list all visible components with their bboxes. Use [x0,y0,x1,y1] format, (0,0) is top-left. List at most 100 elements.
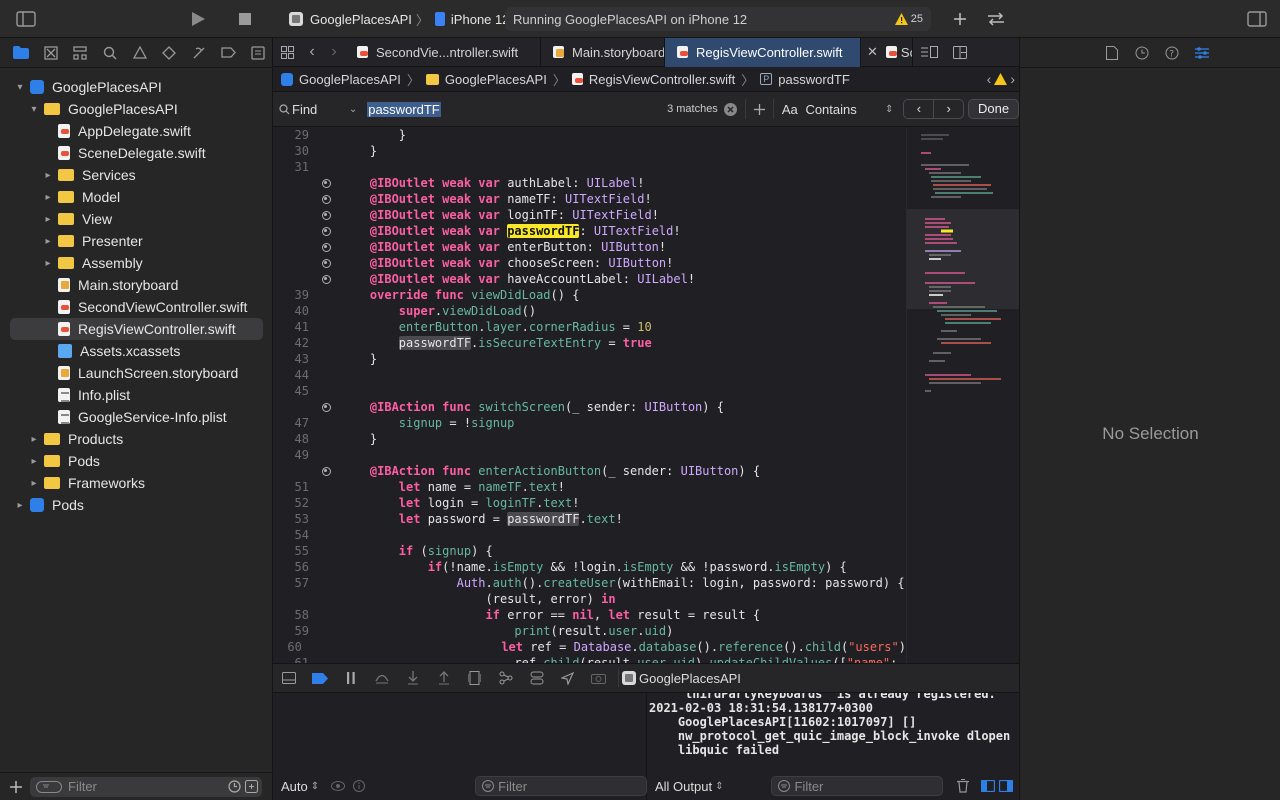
jump-bar-symbol[interactable]: passwordTF [778,72,850,87]
minimap[interactable] [906,127,1020,663]
line-number[interactable] [273,207,311,223]
environment-overrides-icon[interactable] [521,663,552,693]
jump-bar-project[interactable]: GooglePlacesAPI [299,72,401,87]
next-match-icon[interactable]: › [934,100,963,118]
add-file-icon[interactable] [10,780,22,793]
sidebar-toggle-icon[interactable] [16,11,36,27]
line-number[interactable]: 31 [273,159,311,175]
issue-navigator-icon[interactable] [125,38,155,68]
search-icon[interactable] [95,38,125,68]
line-number[interactable]: 39 [273,287,311,303]
split-editor-icon[interactable] [945,38,975,67]
find-mode-selector[interactable]: Find ⌄ [279,99,357,119]
line-number[interactable]: 40 [273,303,311,319]
line-number[interactable]: 41 [273,319,311,335]
console-output[interactable]: 'thirdPartyKeyboards' is already registe… [647,693,1019,800]
variables-scope-selector[interactable]: Auto [281,779,308,794]
outlet-connection-icon[interactable] [321,274,331,284]
line-number[interactable]: 48 [273,431,311,447]
navigator-item[interactable]: SceneDelegate.swift [0,142,273,164]
warning-icon[interactable] [994,73,1008,85]
line-number[interactable]: 53 [273,511,311,527]
outlet-connection-icon[interactable] [321,242,331,252]
line-number[interactable] [273,223,311,239]
outlet-connection-icon[interactable] [321,210,331,220]
code-review-icon[interactable] [986,11,1006,27]
tab-regis-view-controller[interactable]: RegisViewController.swift [665,37,861,67]
tab-main-storyboard[interactable]: Main.storyboard [541,37,665,67]
previous-issue-icon[interactable]: ‹ [987,71,992,87]
navigator-item[interactable]: ▸ Pods [0,450,273,472]
line-number[interactable] [273,463,311,479]
chevron-right-icon[interactable]: ▸ [28,433,40,445]
line-number[interactable]: 52 [273,495,311,511]
line-number[interactable] [273,399,311,415]
navigator-item[interactable]: GoogleService-Info.plist [0,406,273,428]
ignore-case-button[interactable]: Aa [774,102,805,117]
navigator-item[interactable]: ▸ Model [0,186,273,208]
line-number[interactable]: 47 [273,415,311,431]
navigator-item[interactable]: ▸ View [0,208,273,230]
navigator-item[interactable]: ▾ GooglePlacesAPI [0,76,273,98]
line-number[interactable]: 60 [273,639,304,655]
navigator-item[interactable]: ▸ Pods [0,494,273,516]
debug-navigator-icon[interactable] [184,38,214,68]
view-hierarchy-icon[interactable] [459,663,490,693]
back-icon[interactable]: ‹ [301,38,323,67]
editor-options-icon[interactable] [913,38,945,67]
activity-view[interactable]: Running GooglePlacesAPI on iPhone 12 25 [505,7,931,31]
line-number[interactable]: 55 [273,543,311,559]
recent-files-icon[interactable] [228,780,241,793]
line-number[interactable] [273,175,311,191]
outlet-connection-icon[interactable] [321,178,331,188]
line-number[interactable]: 54 [273,527,311,543]
line-number[interactable]: 49 [273,447,311,463]
debug-process-label[interactable]: GooglePlacesAPI [639,671,741,686]
outlet-connection-icon[interactable] [321,194,331,204]
chevron-right-icon[interactable]: ▸ [28,455,40,467]
navigator-item[interactable]: Main.storyboard [0,274,273,296]
line-number[interactable] [273,239,311,255]
hide-debug-area-icon[interactable] [273,663,304,693]
add-pattern-icon[interactable] [746,103,773,115]
tab-scene-delegate[interactable]: ✕ Sce [861,37,913,67]
line-number[interactable] [273,255,311,271]
navigator-item[interactable]: ▸ Presenter [0,230,273,252]
output-selector[interactable]: All Output [655,779,712,794]
previous-match-icon[interactable]: ‹ [904,100,935,118]
close-tab-icon[interactable]: ✕ [867,44,878,60]
navigator-filter-input[interactable]: Filter [30,776,262,797]
scheme-selector[interactable]: GooglePlacesAPI [310,12,412,27]
step-into-icon[interactable] [397,663,428,693]
history-inspector-icon[interactable] [1127,46,1157,60]
console-filter-input[interactable]: Filter [771,776,944,796]
chevron-right-icon[interactable]: ▸ [42,169,54,181]
chevron-right-icon[interactable]: ▸ [42,213,54,225]
jump-bar-file[interactable]: RegisViewController.swift [589,72,735,87]
navigator-item[interactable]: SecondViewController.swift [0,296,273,318]
forward-icon[interactable]: › [323,38,345,67]
attributes-inspector-icon[interactable] [1187,46,1217,59]
line-number[interactable]: 30 [273,143,311,159]
navigator-item[interactable]: LaunchScreen.storyboard [0,362,273,384]
symbol-navigator-icon[interactable] [65,38,95,68]
chevron-down-icon[interactable]: ▾ [28,103,40,115]
add-icon[interactable] [952,11,968,27]
navigator-item[interactable]: RegisViewController.swift [10,318,263,340]
line-number[interactable]: 44 [273,367,311,383]
chevron-right-icon[interactable]: ▸ [28,477,40,489]
navigator-item[interactable]: ▾ GooglePlacesAPI [0,98,273,120]
outlet-connection-icon[interactable] [321,466,331,476]
simulate-location-icon[interactable] [552,663,583,693]
trash-icon[interactable] [957,779,970,793]
navigator-item[interactable]: Assets.xcassets [0,340,273,362]
outlet-connection-icon[interactable] [321,258,331,268]
chevron-right-icon[interactable]: ▸ [14,499,26,511]
run-icon[interactable] [190,11,206,27]
line-number[interactable] [273,191,311,207]
line-number[interactable]: 29 [273,127,311,143]
show-console-icon[interactable] [999,780,1014,792]
line-number[interactable] [273,591,311,607]
line-number[interactable]: 51 [273,479,311,495]
grid-icon[interactable] [273,38,301,67]
